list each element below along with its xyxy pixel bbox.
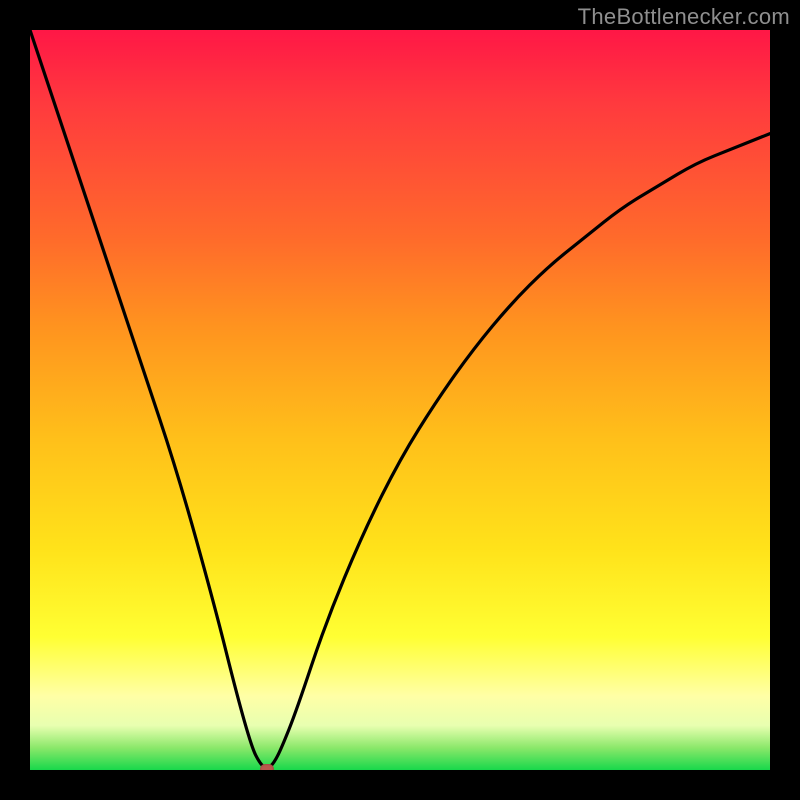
gradient-background (30, 30, 770, 770)
plot-area (30, 30, 770, 770)
optimal-point-marker (260, 764, 274, 770)
chart-frame: TheBottlenecker.com (0, 0, 800, 800)
watermark-text: TheBottlenecker.com (578, 4, 790, 30)
